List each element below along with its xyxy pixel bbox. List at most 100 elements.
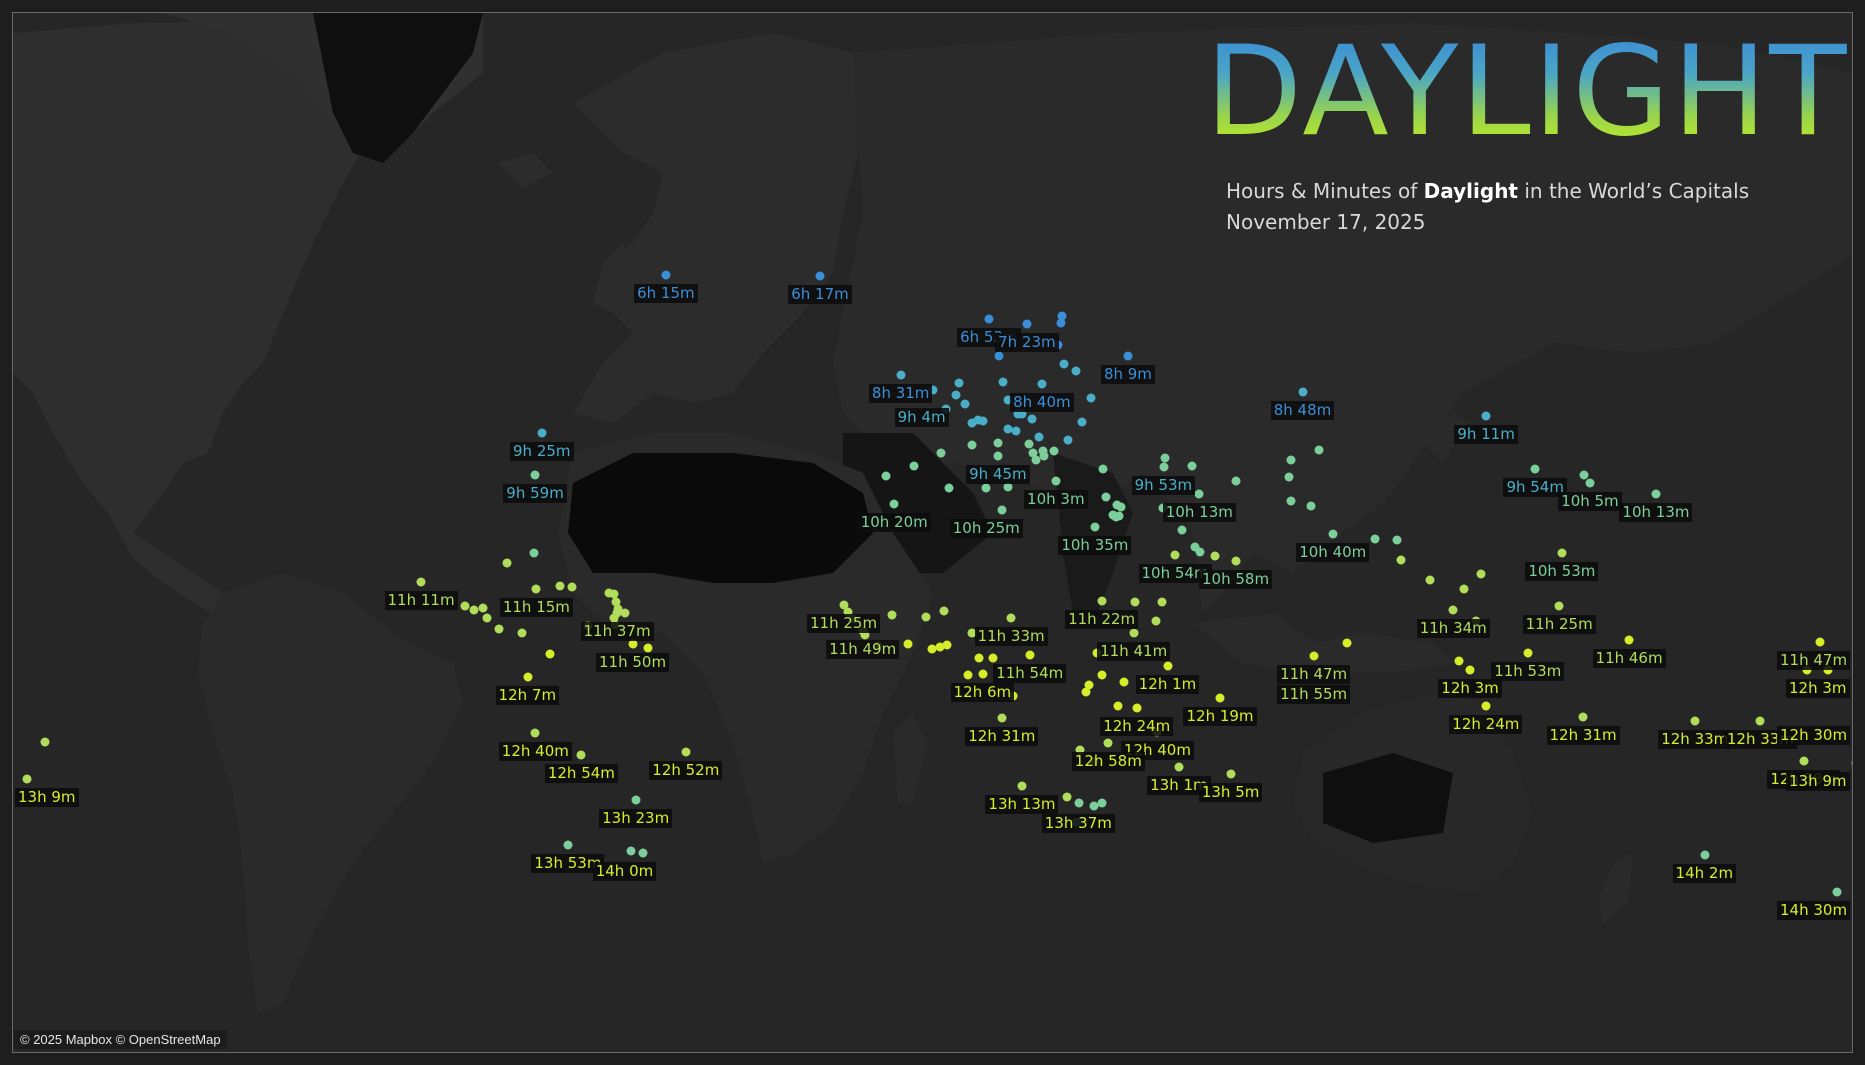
capital-dot[interactable] [936,448,946,458]
capital-dot[interactable] [1071,366,1081,376]
capital-dot[interactable] [529,548,539,558]
capital-dot[interactable] [530,470,540,480]
capital-dot[interactable] [537,428,547,438]
capital-dot[interactable] [1170,550,1180,560]
capital-dot[interactable] [1392,535,1402,545]
capital-dot[interactable] [944,483,954,493]
capital-dot[interactable] [1215,693,1225,703]
capital-dot[interactable] [889,499,899,509]
capital-dot[interactable] [1056,318,1066,328]
capital-dot[interactable] [482,613,492,623]
map-attribution[interactable]: © 2025 Mapbox © OpenStreetMap [14,1030,227,1049]
capital-dot[interactable] [1151,616,1161,626]
capital-dot[interactable] [1476,569,1486,579]
capital-dot[interactable] [815,271,825,281]
capital-dot[interactable] [1309,651,1319,661]
capital-dot[interactable] [1174,762,1184,772]
capital-dot[interactable] [531,584,541,594]
capital-dot[interactable] [1123,351,1133,361]
capital-dot[interactable] [1342,638,1352,648]
capital-dot[interactable] [604,588,614,598]
capital-dot[interactable] [993,438,1003,448]
capital-dot[interactable] [1011,426,1021,436]
capital-dot[interactable] [963,670,973,680]
capital-dot[interactable] [1832,887,1842,897]
capital-dot[interactable] [1306,501,1316,511]
capital-dot[interactable] [661,270,671,280]
capital-dot[interactable] [1103,738,1113,748]
capital-dot[interactable] [1459,584,1469,594]
capital-dot[interactable] [1286,455,1296,465]
capital-dot[interactable] [1063,435,1073,445]
capital-dot[interactable] [1425,575,1435,585]
capital-dot[interactable] [1177,525,1187,535]
capital-dot[interactable] [576,750,586,760]
capital-dot[interactable] [1097,670,1107,680]
capital-dot[interactable] [1130,597,1140,607]
capital-dot[interactable] [960,399,970,409]
capital-dot[interactable] [1159,462,1169,472]
capital-dot[interactable] [954,378,964,388]
capital-dot[interactable] [1690,716,1700,726]
capital-dot[interactable] [1163,661,1173,671]
capital-dot[interactable] [1231,476,1240,486]
capital-dot[interactable] [1231,556,1240,566]
capital-dot[interactable] [1098,464,1108,474]
capital-dot[interactable] [1284,472,1294,482]
capital-dot[interactable] [1006,613,1016,623]
capital-dot[interactable] [1090,522,1100,531]
capital-dot[interactable] [1314,445,1324,455]
capital-dot[interactable] [1051,476,1061,486]
capital-dot[interactable] [1039,451,1049,461]
capital-dot[interactable] [555,581,565,591]
capital-dot[interactable] [997,505,1007,515]
capital-dot[interactable] [1210,551,1220,561]
capital-dot[interactable] [416,577,426,587]
capital-dot[interactable] [1396,555,1406,565]
capital-dot[interactable] [939,606,949,616]
capital-dot[interactable] [1017,781,1027,791]
capital-dot[interactable] [998,377,1008,387]
capital-dot[interactable] [1700,850,1710,860]
capital-dot[interactable] [1481,701,1491,710]
capital-dot[interactable] [567,582,577,592]
capital-dot[interactable] [1034,432,1044,442]
capital-dot[interactable] [643,643,653,653]
capital-dot[interactable] [967,440,977,450]
capital-dot[interactable] [887,610,897,620]
capital-dot[interactable] [631,795,641,805]
capital-dot[interactable] [881,471,891,481]
capital-dot[interactable] [896,370,906,380]
capital-dot[interactable] [1027,414,1037,424]
capital-dot[interactable] [1081,687,1091,697]
capital-dot[interactable] [978,416,988,426]
capital-dot[interactable] [545,649,555,659]
capital-dot[interactable] [517,628,527,638]
capital-dot[interactable] [1578,712,1588,722]
capital-dot[interactable] [1119,677,1129,687]
capital-dot[interactable] [1286,496,1296,506]
capital-dot[interactable] [1557,548,1567,558]
capital-dot[interactable] [978,669,988,679]
capital-dot[interactable] [620,608,630,618]
capital-dot[interactable] [994,351,1003,361]
capital-dot[interactable] [984,314,994,324]
capital-dot[interactable] [494,624,504,634]
capital-dot[interactable] [1624,635,1634,645]
capital-dot[interactable] [1298,387,1308,397]
capital-dot[interactable] [1187,461,1197,471]
capital-dot[interactable] [1585,478,1595,488]
capital-dot[interactable] [1530,464,1540,474]
capital-dot[interactable] [903,639,913,649]
capital-dot[interactable] [1194,489,1204,499]
capital-dot[interactable] [1160,453,1170,463]
capital-dot[interactable] [1454,656,1464,666]
capital-dot[interactable] [981,483,991,493]
capital-dot[interactable] [1049,446,1059,456]
capital-dot[interactable] [1195,547,1205,557]
capital-dot[interactable] [988,653,998,663]
capital-dot[interactable] [1074,798,1084,808]
capital-dot[interactable] [1523,648,1533,658]
capital-dot[interactable] [563,840,573,850]
capital-dot[interactable] [478,603,488,613]
